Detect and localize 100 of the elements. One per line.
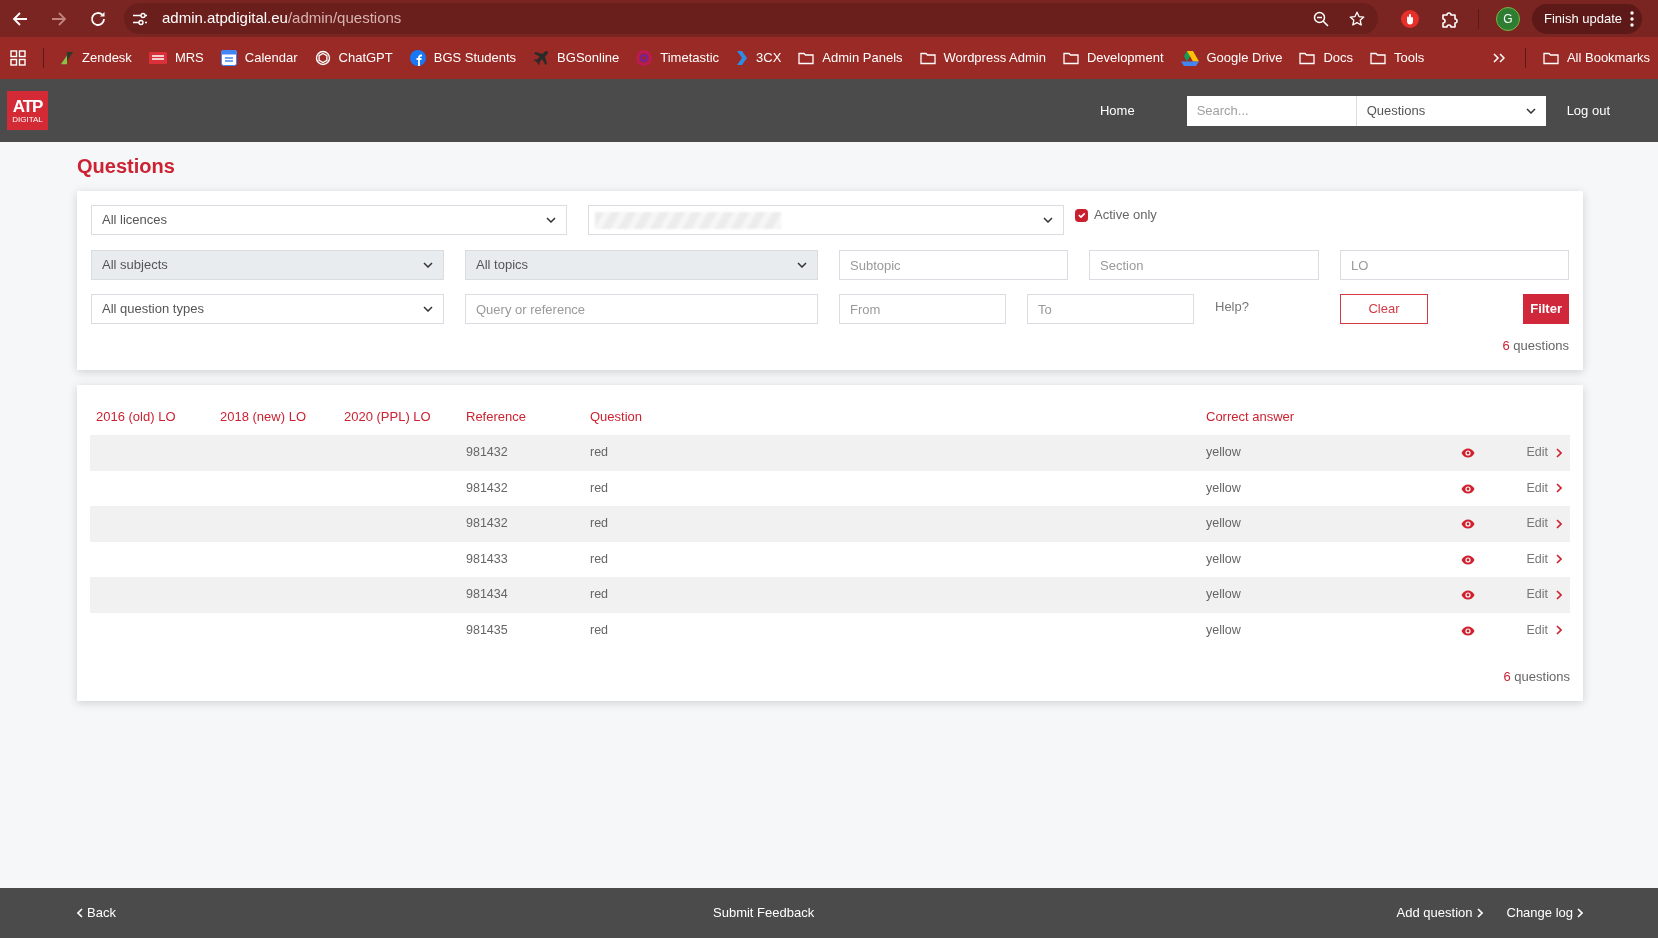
eye-icon[interactable] (1460, 519, 1475, 530)
folder-icon (1370, 51, 1386, 65)
bookmark-link[interactable]: 3CX (736, 48, 782, 68)
zoom-icon[interactable] (1313, 10, 1329, 27)
chevron-right-icon (1476, 908, 1483, 918)
bookmark-link[interactable]: Calendar (220, 48, 298, 68)
chevron-logo-icon (736, 50, 748, 66)
triangle-logo-icon (1180, 50, 1199, 66)
footer-link[interactable]: Change log (1506, 903, 1583, 923)
question-type-dropdown[interactable]: All question types (91, 294, 444, 324)
chevron-down-icon (423, 306, 433, 312)
licence-dropdown[interactable]: All licences (91, 205, 567, 235)
active-only-checkbox[interactable] (1075, 209, 1088, 222)
table-cell: red (584, 577, 1200, 613)
folder-icon (919, 51, 936, 65)
chevron-right-icon (1577, 908, 1583, 918)
folder-icon (1542, 51, 1559, 65)
nav-link[interactable]: Home (1099, 100, 1135, 121)
bookmark-link[interactable]: Zendesk (60, 48, 132, 68)
eye-icon[interactable] (1460, 483, 1475, 494)
bookmark-link[interactable]: Admin Panels (798, 48, 903, 68)
circle-logo-icon (409, 50, 426, 66)
bookmark-link[interactable]: Timetastic (636, 48, 719, 68)
finish-update-button[interactable]: Finish update (1532, 3, 1643, 34)
chevron-right-icon (1556, 447, 1562, 458)
chevron-down-icon (546, 217, 556, 223)
column-header: 2016 (old) LO (90, 399, 214, 435)
search-field[interactable]: Search... (1186, 95, 1356, 126)
logo[interactable]: ATP DIGITAL (7, 91, 48, 130)
bookmark-link[interactable]: MRS (148, 48, 204, 68)
bookmark-link[interactable]: Wordpress Admin (919, 48, 1046, 68)
checkbox-label: Active only (1094, 206, 1157, 224)
back-icon[interactable] (12, 11, 28, 26)
table-cell: 981433 (460, 541, 584, 577)
dropdown-field[interactable] (588, 205, 1064, 235)
eye-icon[interactable] (1460, 625, 1475, 636)
bookmark-link[interactable]: BGSonline (533, 48, 620, 68)
section-field[interactable]: Section (1089, 250, 1319, 280)
filter-button[interactable]: Filter (1523, 294, 1569, 324)
table-cell: red (584, 612, 1200, 648)
subtopic-field[interactable]: Subtopic (839, 250, 1068, 280)
table-cell: 981432 (460, 435, 584, 471)
airplane-icon (533, 50, 550, 66)
puzzle-icon[interactable] (1441, 9, 1459, 28)
table-cell: red (584, 541, 1200, 577)
bookmark-link[interactable]: BGS Students (409, 48, 517, 68)
footer-link[interactable]: Add question (1396, 903, 1483, 923)
edit-link[interactable]: Edit (1526, 620, 1562, 640)
chevron-right-icon (1556, 518, 1562, 529)
table-cell: 981432 (460, 506, 584, 542)
striped-tile-icon (148, 52, 167, 64)
table-cell: yellow (1200, 577, 1440, 613)
address-bar[interactable]: admin.atpdigital.eu/admin/questions (124, 3, 1378, 34)
column-header: Correct answer (1200, 399, 1440, 435)
chevron-left-icon (77, 907, 83, 918)
table-cell: 981434 (460, 577, 584, 613)
chevron-down-icon (423, 262, 433, 268)
bookmark-link[interactable]: Google Drive (1180, 48, 1283, 68)
double-chevron-icon[interactable] (1492, 53, 1505, 63)
clear-button[interactable]: Clear (1340, 294, 1428, 324)
bookmark-link[interactable]: Tools (1370, 48, 1425, 68)
table-cell: 981432 (460, 470, 584, 506)
eye-icon[interactable] (1460, 448, 1475, 459)
bookmark-link[interactable]: Docs (1299, 48, 1353, 68)
hand-icon[interactable] (1401, 9, 1419, 28)
chevron-right-icon (1556, 625, 1562, 636)
rings-icon (636, 50, 653, 66)
eye-icon[interactable] (1460, 554, 1475, 565)
bookmark-link[interactable]: Development (1062, 48, 1164, 68)
help-link[interactable]: Help? (1215, 294, 1249, 317)
edit-link[interactable]: Edit (1526, 478, 1562, 498)
folder-icon (798, 51, 815, 65)
result-count: 6 questions (1503, 669, 1570, 685)
bookmark-link[interactable]: All Bookmarks (1542, 48, 1650, 68)
bookmark-link[interactable]: ChatGPT (314, 48, 393, 68)
from-field[interactable]: From (839, 294, 1006, 324)
table-cell: 981435 (460, 612, 584, 648)
edit-link[interactable]: Edit (1526, 549, 1562, 569)
lo-field[interactable]: LO (1340, 250, 1569, 280)
feedback-link[interactable]: Submit Feedback (713, 903, 815, 923)
to-field[interactable]: To (1027, 294, 1194, 324)
hexagon-ring-icon (314, 50, 331, 66)
calendar-icon (220, 50, 237, 66)
tune-icon[interactable] (132, 11, 148, 26)
profile-avatar[interactable]: G (1496, 6, 1520, 31)
table-cell: yellow (1200, 506, 1440, 542)
scope-dropdown[interactable]: Questions (1355, 95, 1546, 126)
table-cell: red (584, 435, 1200, 471)
star-icon[interactable] (1349, 10, 1365, 27)
url-text[interactable]: admin.atpdigital.eu/admin/questions (162, 7, 402, 30)
back-link[interactable]: Back (77, 902, 116, 923)
eye-icon[interactable] (1460, 590, 1475, 601)
chevron-down-icon (1525, 107, 1536, 114)
table-cell: yellow (1200, 470, 1440, 506)
grid-icon[interactable] (10, 50, 26, 66)
reload-icon[interactable] (90, 10, 106, 27)
logout-link[interactable]: Log out (1566, 100, 1610, 121)
chevron-down-icon (1043, 217, 1053, 223)
query-field[interactable]: Query or reference (465, 294, 818, 324)
chevron-down-icon (797, 262, 807, 268)
